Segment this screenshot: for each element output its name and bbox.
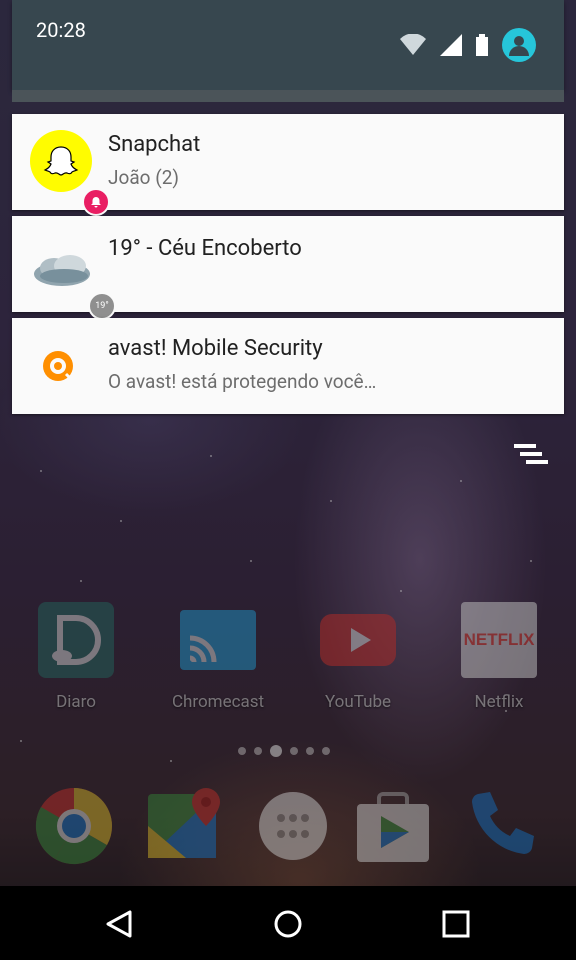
bell-icon <box>82 188 110 216</box>
clear-all-icon[interactable] <box>514 440 554 472</box>
wifi-icon <box>400 34 426 55</box>
avast-icon <box>43 351 74 382</box>
status-header: 20:28 <box>12 0 564 90</box>
notification-snapchat[interactable]: Snapchat João (2) <box>12 114 564 216</box>
notification-title: avast! Mobile Security <box>108 336 323 361</box>
cloud-icon <box>34 255 90 286</box>
notification-icon: 19° <box>30 232 116 320</box>
notification-text: O avast! está protegendo você… <box>108 370 377 393</box>
battery-icon <box>476 34 488 56</box>
notification-title: 19° - Céu Encoberto <box>108 236 302 261</box>
notification-title: Snapchat <box>108 132 201 157</box>
status-icons <box>400 28 536 62</box>
avatar-icon[interactable] <box>502 28 536 62</box>
notification-weather[interactable]: 19° 19° - Céu Encoberto <box>12 216 564 320</box>
navigation-bar <box>0 886 576 960</box>
notification-text: João (2) <box>108 166 179 189</box>
temperature-badge: 19° <box>88 292 116 320</box>
signal-icon <box>440 34 462 56</box>
shade-separator <box>12 90 564 102</box>
notification-icon <box>30 130 110 216</box>
back-icon[interactable] <box>102 906 138 942</box>
home-icon[interactable] <box>270 906 306 942</box>
notification-avast[interactable]: avast! Mobile Security O avast! está pro… <box>12 318 564 414</box>
clock: 20:28 <box>36 18 86 42</box>
snapchat-ghost-icon <box>30 130 92 192</box>
notification-icon <box>30 334 94 398</box>
recents-icon[interactable] <box>438 906 474 942</box>
